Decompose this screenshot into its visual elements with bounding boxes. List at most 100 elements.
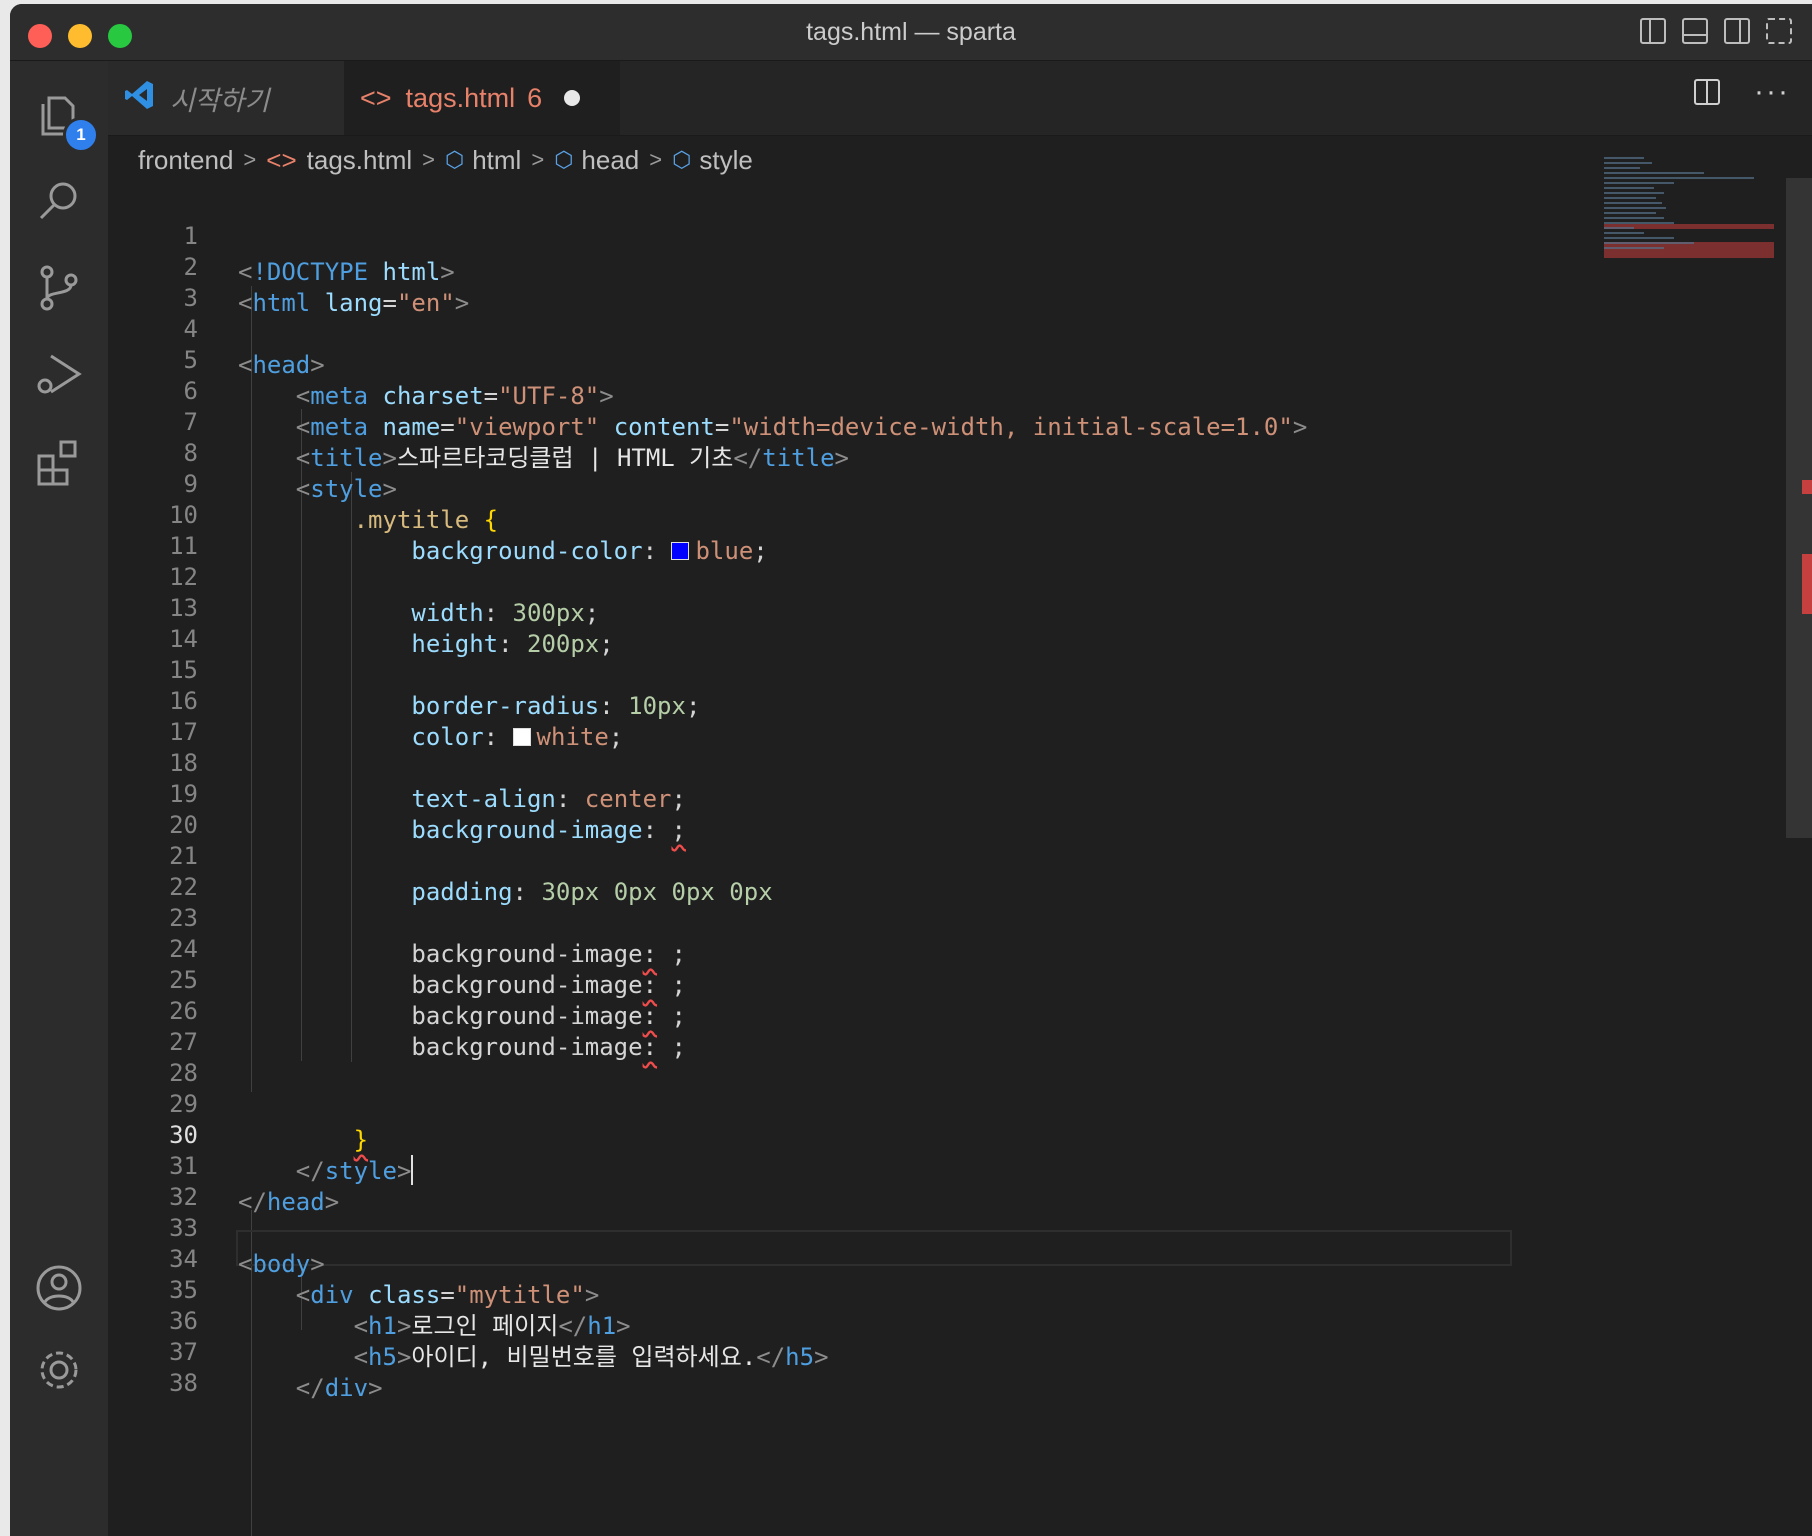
line-content: padding: 30px 0px 0px 0px xyxy=(411,878,773,906)
token: meta xyxy=(310,413,369,441)
symbol-cube-icon: ⬡ xyxy=(554,147,574,172)
token: class xyxy=(368,1281,441,1309)
vertical-scrollbar[interactable] xyxy=(1786,178,1812,838)
extensions-icon xyxy=(37,440,77,486)
token: meta xyxy=(310,382,369,410)
symbol-cube-icon: ⬡ xyxy=(672,147,692,172)
toggle-secondary-sidebar-icon[interactable] xyxy=(1724,18,1750,44)
token: "width=device-width, initial-scale=1.0" xyxy=(729,413,1293,441)
vscode-logo-icon xyxy=(124,79,156,118)
token: 30px 0px 0px 0px xyxy=(541,878,773,906)
token: .mytitle xyxy=(353,506,470,534)
token: background-color xyxy=(411,537,643,565)
account-icon xyxy=(36,1265,82,1311)
token: title xyxy=(310,444,383,472)
token: style xyxy=(324,1157,397,1185)
breadcrumb: frontend > <> tags.html > ⬡ html > ⬡ hea… xyxy=(138,138,753,182)
breadcrumb-symbol-style[interactable]: style xyxy=(699,145,752,176)
tab-welcome[interactable]: 시작하기 xyxy=(108,61,344,135)
code-line: 38 xyxy=(108,1329,198,1397)
run-debug-icon xyxy=(37,354,82,394)
tab-file-label: tags.html xyxy=(405,82,516,113)
token: background-image xyxy=(411,1002,643,1030)
token: head xyxy=(252,351,311,379)
activity-bar: 1 xyxy=(10,61,108,1536)
token: background-image xyxy=(411,816,643,844)
token: padding xyxy=(411,878,513,906)
token: 아이디, 비밀번호를 입력하세요. xyxy=(411,1343,757,1371)
line-content: height: 200px; xyxy=(411,630,614,658)
vscode-window: tags.html — sparta 1 시작하기 <> tags.html 6… xyxy=(10,4,1812,1536)
token: html xyxy=(382,258,441,286)
token: h1 xyxy=(368,1312,397,1340)
token: charset xyxy=(382,382,484,410)
token: h5 xyxy=(368,1343,397,1371)
search-button[interactable] xyxy=(10,157,108,247)
token: blue xyxy=(695,537,754,565)
customize-layout-icon[interactable] xyxy=(1766,18,1792,44)
token: center xyxy=(584,785,672,813)
chevron-right-icon: > xyxy=(531,147,545,172)
line-content: background-image: ; xyxy=(411,816,686,844)
minimap[interactable] xyxy=(1604,154,1774,354)
overview-ruler-error xyxy=(1802,480,1812,494)
breadcrumb-file[interactable]: tags.html xyxy=(307,145,413,176)
source-control-button[interactable] xyxy=(10,243,108,333)
token: div xyxy=(310,1281,354,1309)
title-bar: tags.html — sparta xyxy=(10,4,1812,61)
token: height xyxy=(411,630,499,658)
chevron-right-icon: > xyxy=(243,147,257,172)
split-editor-icon[interactable] xyxy=(1694,79,1721,105)
token: name xyxy=(382,413,441,441)
html-file-icon: <> xyxy=(360,82,392,113)
token: lang xyxy=(324,289,383,317)
color-swatch-icon[interactable] xyxy=(671,542,690,560)
token: "en" xyxy=(396,289,455,317)
source-control-icon xyxy=(40,265,78,311)
breadcrumb-folder[interactable]: frontend xyxy=(138,145,233,176)
extensions-button[interactable] xyxy=(10,417,108,507)
token: 300px xyxy=(512,599,585,627)
token: "UTF-8" xyxy=(498,382,600,410)
token: title xyxy=(762,444,835,472)
token: color xyxy=(411,723,484,751)
token: div xyxy=(324,1374,369,1402)
text-cursor xyxy=(411,1155,414,1185)
token: border-radius xyxy=(411,692,600,720)
line-number: 38 xyxy=(169,1369,198,1397)
window-title: tags.html — sparta xyxy=(806,18,1016,46)
overview-ruler-error xyxy=(1802,554,1812,614)
line-content: </head> xyxy=(238,1188,340,1216)
color-swatch-icon[interactable] xyxy=(512,728,531,746)
token: h5 xyxy=(785,1343,815,1371)
accounts-button[interactable] xyxy=(10,1243,108,1333)
manage-button[interactable] xyxy=(10,1325,108,1415)
explorer-button[interactable]: 1 xyxy=(10,69,108,159)
chevron-right-icon: > xyxy=(649,147,663,172)
more-actions-icon[interactable]: ··· xyxy=(1754,77,1790,107)
tab-tags-html[interactable]: <> tags.html 6 xyxy=(344,61,620,135)
token: white xyxy=(536,723,609,751)
search-icon xyxy=(39,182,77,220)
token: width xyxy=(411,599,484,627)
token: text-align xyxy=(411,785,556,813)
token: body xyxy=(252,1250,311,1278)
code-editor[interactable]: 1 <!DOCTYPE html> 2 <html lang="en"> 3 4… xyxy=(108,157,1812,1536)
breadcrumb-symbol-html[interactable]: html xyxy=(472,145,521,176)
breadcrumb-symbol-head[interactable]: head xyxy=(581,145,639,176)
run-debug-button[interactable] xyxy=(10,329,108,419)
chevron-right-icon: > xyxy=(422,147,435,172)
current-line-highlight xyxy=(236,1230,1512,1266)
token: background-image xyxy=(411,1033,643,1061)
token: html xyxy=(252,289,311,317)
token: 10px xyxy=(628,692,686,720)
symbol-cube-icon: ⬡ xyxy=(445,147,465,172)
layout-controls xyxy=(1640,18,1792,44)
token: "mytitle" xyxy=(454,1281,585,1309)
toggle-primary-sidebar-icon[interactable] xyxy=(1640,18,1666,44)
unsaved-dot-icon[interactable] xyxy=(564,90,581,106)
token: content xyxy=(613,413,715,441)
toggle-panel-icon[interactable] xyxy=(1682,18,1708,44)
tab-welcome-label: 시작하기 xyxy=(170,85,270,116)
token: head xyxy=(266,1188,325,1216)
